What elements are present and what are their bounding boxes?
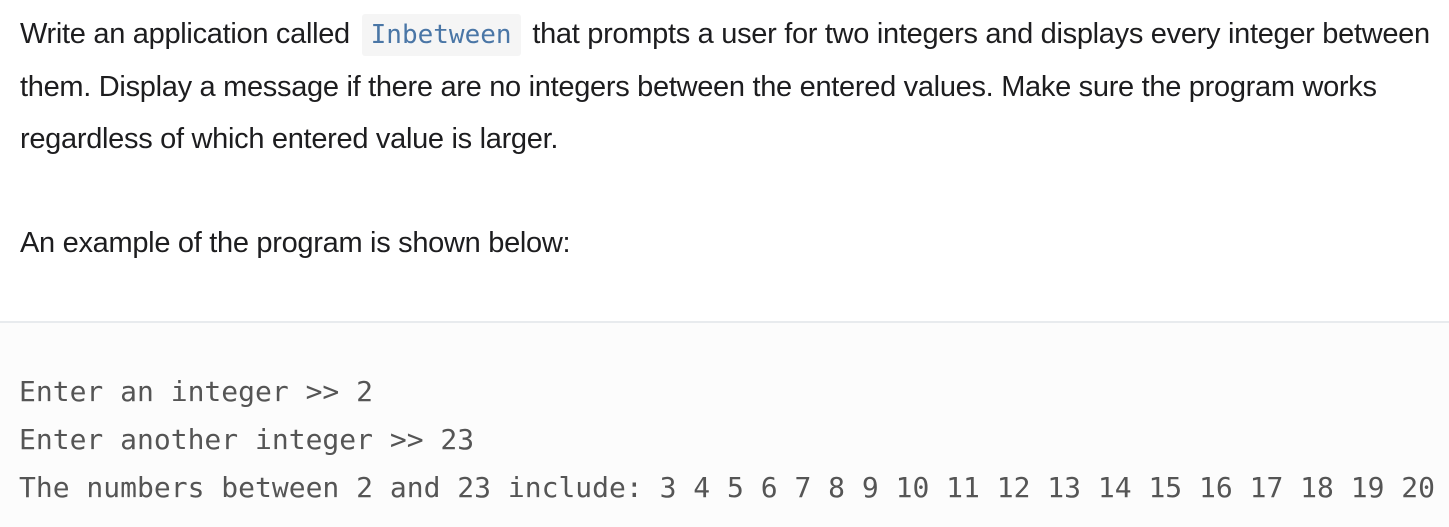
output-line-1: Enter an integer >> 2	[19, 375, 374, 408]
instructions-paragraph: Write an application called Inbetween th…	[20, 8, 1440, 165]
problem-description: Write an application called Inbetween th…	[20, 8, 1440, 269]
example-output-pre: Enter an integer >> 2 Enter another integ…	[19, 368, 1449, 512]
output-line-2: Enter another integer >> 23	[19, 423, 475, 456]
instructions-text-start: Write an application called	[20, 18, 350, 50]
example-intro: An example of the program is shown below…	[20, 227, 571, 259]
class-name-code: Inbetween	[361, 14, 521, 56]
example-output-block: Enter an integer >> 2 Enter another integ…	[0, 321, 1449, 527]
output-line-3: The numbers between 2 and 23 include: 3 …	[19, 471, 1449, 504]
